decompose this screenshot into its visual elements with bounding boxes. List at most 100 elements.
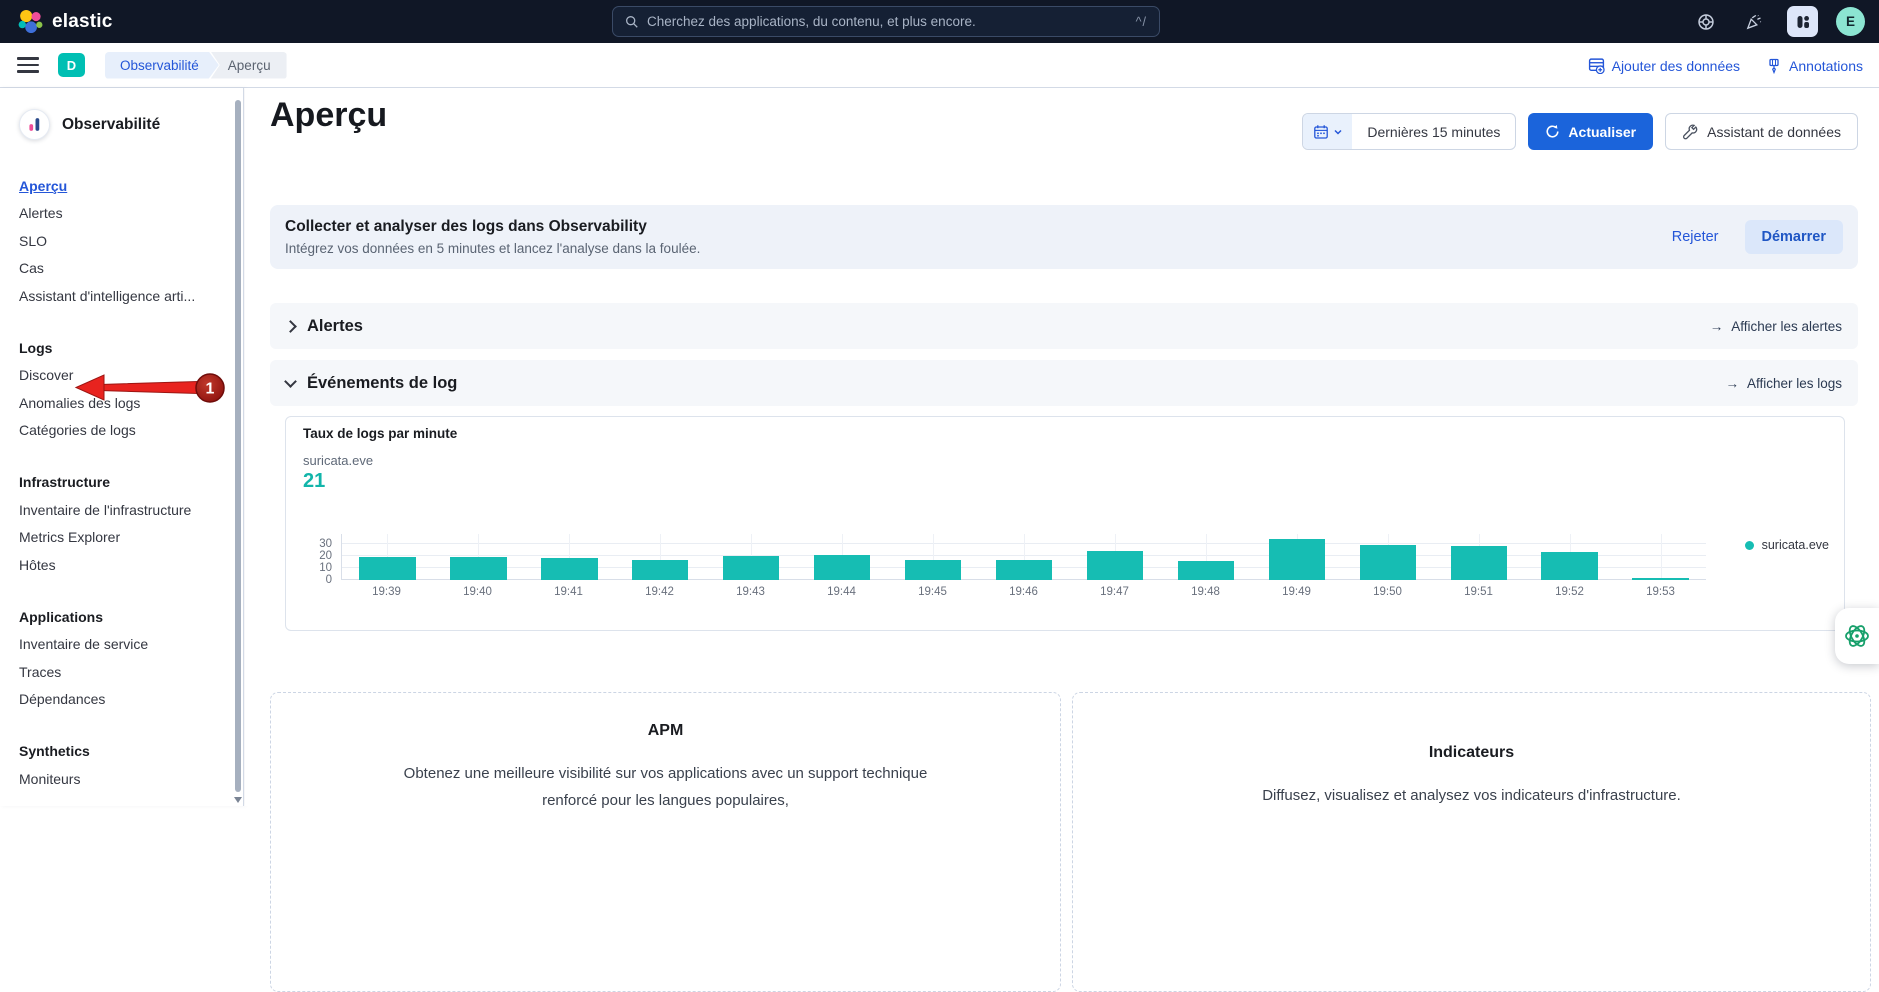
x-tick-label: 19:42 [614, 586, 705, 598]
bar-19:43 [723, 556, 779, 580]
sidebar-item-inventaire-de-service[interactable]: Inventaire de service [0, 631, 243, 659]
alerts-section-title: Alertes [307, 317, 363, 336]
sidebar-item-assistant-d-intelligence-arti[interactable]: Assistant d'intelligence arti... [0, 282, 243, 310]
menu-icon[interactable] [17, 57, 39, 73]
chart-x-axis: 19:3919:4019:4119:4219:4319:4419:4519:46… [341, 586, 1706, 598]
chart-legend[interactable]: suricata.eve [1745, 538, 1829, 552]
x-tick-label: 19:53 [1615, 586, 1706, 598]
data-assistant-button[interactable]: Assistant de données [1665, 113, 1858, 150]
date-quick-select[interactable] [1303, 114, 1352, 149]
page: { "colors": { "teal": "#00bfb3", "bar_te… [0, 0, 1879, 806]
log-events-accordion-header[interactable]: Événements de log → Afficher les logs [270, 360, 1858, 406]
help-icon[interactable] [1691, 7, 1721, 37]
sidebar-item-apercu[interactable]: Aperçu [0, 172, 243, 200]
search-shortcut-hint: ^/ [1136, 15, 1147, 29]
apm-promo-panel: APM Obtenez une meilleure visibilité sur… [270, 692, 1061, 992]
x-tick-label: 19:46 [978, 586, 1069, 598]
chart-y-axis: 0102030 [300, 534, 336, 580]
show-logs-link[interactable]: → Afficher les logs [1725, 376, 1842, 391]
sidebar-item-dependances[interactable]: Dépendances [0, 686, 243, 714]
sidebar-item-inventaire-de-l-infrastructure[interactable]: Inventaire de l'infrastructure [0, 496, 243, 524]
space-badge[interactable]: D [58, 53, 85, 77]
search-icon [625, 15, 639, 29]
sidebar-section-infrastructure: Infrastructure [0, 468, 243, 496]
breadcrumb-actions: Ajouter des données Annotations [1588, 43, 1863, 88]
news-party-popper-icon[interactable] [1739, 7, 1769, 37]
bar-19:52 [1541, 552, 1597, 580]
alerts-accordion-header[interactable]: Alertes → Afficher les alertes [270, 303, 1858, 349]
main-content: Aperçu Dernières 15 minutes [245, 88, 1879, 806]
sidebar-item-slo[interactable]: SLO [0, 227, 243, 255]
sidebar-item-hotes[interactable]: Hôtes [0, 551, 243, 579]
chart-slot [1251, 534, 1342, 580]
sidebar-item-traces[interactable]: Traces [0, 658, 243, 686]
bar-19:42 [632, 560, 688, 580]
observability-logo-icon [19, 109, 50, 140]
x-tick-label: 19:47 [1069, 586, 1160, 598]
top-header: elastic Cherchez des applications, du co… [0, 0, 1879, 43]
sidebar-section-applications: Applications [0, 603, 243, 631]
refresh-button[interactable]: Actualiser [1528, 113, 1653, 150]
x-tick-label: 19:50 [1342, 586, 1433, 598]
banner-actions: Rejeter Démarrer [1672, 220, 1858, 254]
sidebar-item-discover[interactable]: Discover [0, 362, 243, 390]
sidebar: Observabilité AperçuAlertesSLOCasAssista… [0, 88, 244, 806]
start-button[interactable]: Démarrer [1745, 220, 1844, 254]
sidebar-item-anomalies-des-logs[interactable]: Anomalies des logs [0, 389, 243, 417]
chart-slot [979, 534, 1070, 580]
sidebar-item-metrics-explorer[interactable]: Metrics Explorer [0, 524, 243, 552]
sidebar-item-moniteurs[interactable]: Moniteurs [0, 765, 243, 793]
bar-19:49 [1269, 539, 1325, 580]
show-alerts-link[interactable]: → Afficher les alertes [1710, 319, 1842, 334]
annotations-label: Annotations [1789, 58, 1863, 74]
bar-19:44 [814, 555, 870, 580]
chart-slot [1160, 534, 1251, 580]
page-title: Aperçu [270, 96, 387, 135]
y-tick-label: 30 [302, 538, 332, 550]
floating-extension-button[interactable] [1835, 608, 1879, 664]
chart-area [341, 534, 1706, 580]
chart-slot [342, 534, 433, 580]
breadcrumb: Observabilité Aperçu [105, 52, 287, 79]
elastic-logo[interactable]: elastic [0, 9, 113, 35]
add-data-link[interactable]: Ajouter des données [1588, 57, 1740, 74]
annotations-link[interactable]: Annotations [1766, 58, 1863, 74]
sidebar-nav: AperçuAlertesSLOCasAssistant d'intellige… [0, 172, 243, 793]
global-search-input[interactable]: Cherchez des applications, du contenu, e… [612, 6, 1160, 37]
breadcrumb-overview: Aperçu [211, 52, 287, 79]
logo-text: elastic [52, 11, 113, 33]
metrics-promo-text: Diffusez, visualisez et analysez vos ind… [1202, 782, 1742, 809]
data-assistant-label: Assistant de données [1707, 124, 1841, 140]
bar-19:50 [1360, 545, 1416, 580]
calendar-icon [1313, 124, 1329, 140]
x-tick-label: 19:39 [341, 586, 432, 598]
chart-slot [1524, 534, 1615, 580]
app-switcher-icon[interactable] [1787, 6, 1818, 37]
sidebar-item-categories-de-logs[interactable]: Catégories de logs [0, 417, 243, 445]
bar-19:41 [541, 558, 597, 580]
y-tick-label: 20 [302, 550, 332, 562]
breadcrumb-observability[interactable]: Observabilité [105, 52, 219, 79]
avatar[interactable]: E [1836, 7, 1865, 36]
elastic-logo-icon [17, 9, 43, 35]
chart-slot [615, 534, 706, 580]
sidebar-scrollbar[interactable] [235, 100, 241, 792]
bar-19:53 [1632, 578, 1688, 580]
chart-title: Taux de logs par minute [303, 426, 457, 441]
bar-19:45 [905, 560, 961, 580]
promo-panels: APM Obtenez une meilleure visibilité sur… [270, 692, 1871, 992]
add-data-label: Ajouter des données [1612, 58, 1740, 74]
header-controls: Dernières 15 minutes Actualiser Assistan… [1302, 113, 1858, 150]
chart-slot [706, 534, 797, 580]
bar-19:40 [450, 557, 506, 580]
scroll-down-arrow-icon[interactable] [234, 797, 242, 803]
sidebar-item-alertes[interactable]: Alertes [0, 200, 243, 228]
sidebar-item-cas[interactable]: Cas [0, 255, 243, 283]
time-range-value[interactable]: Dernières 15 minutes [1352, 114, 1515, 149]
header-right-icons: E [1691, 0, 1865, 43]
x-tick-label: 19:51 [1433, 586, 1524, 598]
x-tick-label: 19:48 [1160, 586, 1251, 598]
dismiss-button[interactable]: Rejeter [1672, 229, 1719, 245]
x-tick-label: 19:49 [1251, 586, 1342, 598]
bar-19:46 [996, 560, 1052, 580]
